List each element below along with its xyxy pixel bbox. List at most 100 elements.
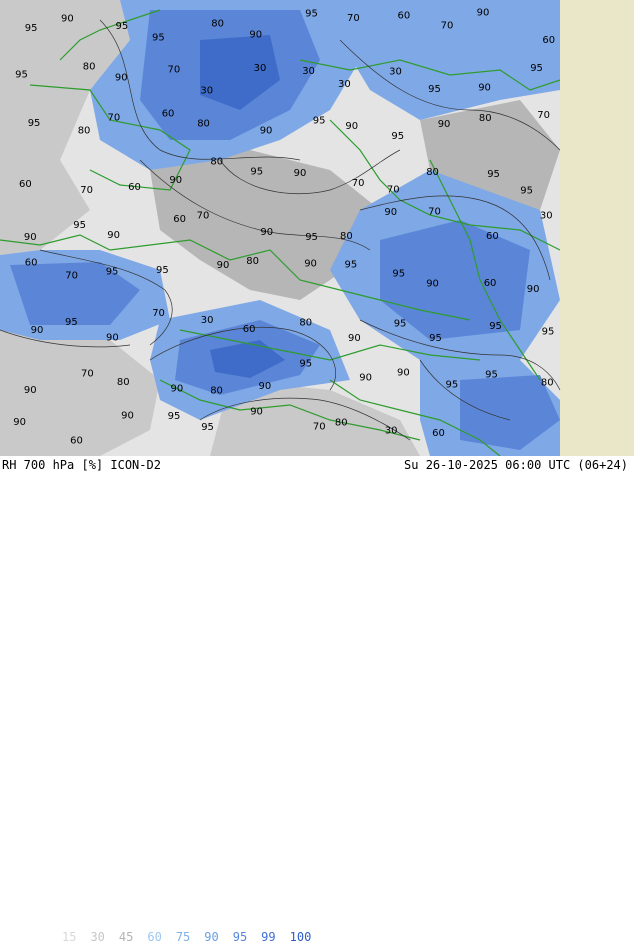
contour-label: 70 [81, 369, 94, 380]
contour-label: 70 [313, 421, 326, 432]
contour-label: 60 [173, 214, 186, 225]
contour-label: 80 [541, 378, 554, 389]
contour-label: 30 [338, 79, 351, 90]
contour-label: 90 [61, 13, 74, 24]
contour-label: 95 [313, 116, 326, 127]
legend-value: 90 [204, 930, 219, 944]
color-legend: 15 30 45 60 75 90 95 99 100 [62, 930, 325, 944]
contour-label: 90 [13, 417, 26, 428]
contour-label: 95 [168, 411, 181, 422]
contour-label: 90 [259, 381, 272, 392]
contour-label: 80 [78, 126, 91, 137]
contour-label: 70 [441, 21, 454, 32]
contour-label: 95 [305, 232, 318, 243]
contour-label: 80 [210, 157, 223, 168]
contour-label: 95 [429, 333, 442, 344]
contour-label: 60 [484, 278, 497, 289]
contour-label: 30 [302, 66, 315, 77]
product-title: RH 700 hPa [%] ICON-D2 [2, 458, 161, 472]
legend-value: 95 [232, 930, 248, 944]
contour-label: 90 [24, 385, 37, 396]
contour-label: 95 [428, 84, 441, 95]
legend-value: 99 [261, 930, 276, 944]
contour-label: 60 [70, 436, 83, 447]
contour-label: 95 [487, 169, 500, 180]
contour-label: 90 [31, 325, 44, 336]
contour-label: 60 [19, 179, 32, 190]
contour-label: 95 [201, 422, 214, 433]
contour-label: 80 [426, 167, 439, 178]
contour-label: 80 [210, 386, 223, 397]
contour-label: 95 [152, 32, 165, 43]
contour-label: 95 [156, 265, 169, 276]
contour-label: 90 [121, 411, 134, 422]
weather-map: 95 90 95 95 80 90 95 70 60 70 90 60 95 80 90 70 30 30 30 30… [0, 0, 634, 456]
contour-label: 90 [345, 121, 358, 132]
contour-label: 60 [243, 324, 256, 335]
contour-label: 60 [432, 428, 445, 439]
contour-label: 80 [335, 418, 348, 429]
contour-label: 95 [542, 326, 555, 337]
contour-label: 95 [394, 319, 407, 330]
contour-label: 90 [348, 333, 361, 344]
contour-label: 70 [387, 185, 400, 196]
contour-label: 90 [250, 407, 263, 418]
contour-label: 80 [299, 317, 312, 328]
contour-label: 95 [391, 131, 404, 142]
contour-label: 30 [200, 86, 213, 97]
contour-label: 80 [340, 231, 353, 242]
contour-label: 90 [397, 368, 410, 379]
contour-label: 70 [168, 64, 181, 75]
contour-label: 95 [489, 321, 502, 332]
contour-label: 95 [25, 23, 38, 34]
contour-label: 60 [25, 258, 38, 269]
outside-domain-east [560, 0, 634, 456]
contour-label: 90 [304, 259, 317, 270]
legend-value: 100 [289, 930, 312, 944]
contour-label: 95 [15, 69, 28, 80]
contour-label: 95 [116, 21, 129, 32]
contour-label: 95 [28, 118, 41, 129]
contour-label: 30 [389, 67, 402, 78]
contour-label: 90 [478, 83, 491, 94]
contour-label: 70 [108, 113, 121, 124]
contour-label: 30 [540, 210, 553, 221]
contour-label: 80 [83, 62, 96, 73]
contour-label: 95 [392, 268, 405, 279]
contour-label: 90 [24, 232, 37, 243]
contour-label: 70 [347, 13, 360, 24]
contour-label: 70 [65, 271, 78, 282]
contour-label: 80 [246, 256, 259, 267]
contour-label: 95 [305, 8, 318, 19]
contour-label: 90 [359, 373, 372, 384]
contour-label: 90 [260, 125, 273, 136]
contour-label: 90 [217, 260, 230, 271]
contour-label: 60 [542, 35, 555, 46]
contour-label: 95 [106, 267, 119, 278]
contour-label: 90 [438, 119, 451, 130]
contour-label: 95 [520, 186, 533, 197]
contour-label: 60 [398, 11, 411, 22]
contour-label: 90 [107, 230, 120, 241]
contour-label: 95 [485, 369, 498, 380]
contour-label: 90 [527, 284, 540, 295]
contour-label: 30 [385, 426, 398, 437]
contour-label: 95 [250, 167, 263, 178]
contour-label: 80 [479, 113, 492, 124]
contour-label: 70 [80, 185, 93, 196]
valid-time: Su 26-10-2025 06:00 UTC (06+24) [404, 458, 628, 472]
contour-label: 60 [486, 231, 499, 242]
map-footer: RH 700 hPa [%] ICON-D2 Su 26-10-2025 06:… [0, 456, 634, 944]
contour-label: 90 [249, 29, 262, 40]
contour-label: 30 [201, 315, 214, 326]
contour-label: 60 [128, 182, 141, 193]
contour-label: 30 [254, 63, 267, 74]
contour-label: 90 [426, 279, 439, 290]
contour-label: 90 [294, 168, 307, 179]
contour-label: 80 [197, 118, 210, 129]
legend-value: 45 [118, 930, 134, 944]
contour-label: 90 [384, 207, 397, 218]
contour-label: 90 [477, 8, 490, 19]
contour-label: 70 [197, 211, 210, 222]
contour-label: 70 [152, 308, 165, 319]
